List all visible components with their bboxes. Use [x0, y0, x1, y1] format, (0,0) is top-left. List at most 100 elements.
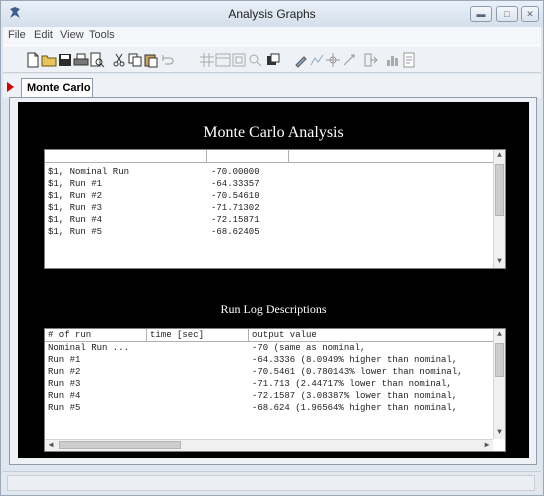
menu-view[interactable]: View	[60, 29, 84, 41]
print-button[interactable]	[73, 52, 89, 68]
paste-button[interactable]	[143, 52, 159, 68]
run-value: -70.54610	[211, 191, 260, 201]
export-button[interactable]	[363, 52, 379, 68]
close-icon: ✕	[526, 8, 534, 19]
crosshair-button[interactable]	[325, 52, 341, 68]
column-header-run[interactable]: # of run	[45, 329, 147, 342]
scroll-up-icon[interactable]: ▲	[494, 329, 505, 341]
zoom-fit-button[interactable]	[231, 52, 247, 68]
menu-file[interactable]: File	[8, 29, 26, 41]
log-output: -70.5461 (0.780143% lower than nominal,	[252, 367, 463, 377]
menu-tools[interactable]: Tools	[89, 29, 115, 41]
table-row[interactable]: Run #2 -70.5461 (0.780143% lower than no…	[45, 367, 495, 378]
marker-button[interactable]	[341, 52, 357, 68]
list-column-header[interactable]	[45, 150, 207, 163]
table-row[interactable]: Run #1 -64.3336 (8.0949% higher than nom…	[45, 355, 495, 366]
table-button[interactable]	[215, 52, 231, 68]
tab-content: Monte Carlo Analysis $1, Nominal Run -70…	[9, 97, 537, 465]
maximize-button[interactable]: □	[496, 6, 518, 22]
report-icon	[403, 52, 415, 68]
analysis-panel: Monte Carlo Analysis $1, Nominal Run -70…	[18, 102, 529, 458]
table-row[interactable]: Nominal Run ... -70 (same as nominal,	[45, 343, 495, 354]
run-name: $1, Run #4	[48, 215, 103, 225]
zoom-icon	[249, 54, 262, 67]
scroll-right-icon[interactable]: ▶	[481, 440, 493, 451]
run-value: -71.71302	[211, 203, 260, 213]
log-run: Run #4	[48, 391, 81, 401]
tab-monte-carlo[interactable]: Monte Carlo	[21, 78, 93, 99]
cut-button[interactable]	[111, 52, 127, 68]
brush-button[interactable]	[293, 52, 309, 68]
minimize-button[interactable]: ▬	[470, 6, 492, 22]
horizontal-scrollbar[interactable]: ◀ ▶	[45, 439, 493, 451]
menu-bar: File Edit View Tools	[3, 27, 541, 45]
log-run: Run #5	[48, 403, 81, 413]
table-row[interactable]: Run #3 -71.713 (2.44717% lower than nomi…	[45, 379, 495, 390]
undo-button[interactable]	[159, 52, 175, 68]
open-button[interactable]	[41, 52, 57, 68]
save-button[interactable]	[57, 52, 73, 68]
log-run: Run #2	[48, 367, 81, 377]
list-column-header[interactable]	[207, 150, 289, 163]
chart-button[interactable]	[309, 52, 325, 68]
zoom-button[interactable]	[247, 52, 263, 68]
copy-icon	[128, 53, 142, 67]
menu-edit[interactable]: Edit	[34, 29, 53, 41]
run-name: $1, Nominal Run	[48, 167, 130, 177]
vertical-scrollbar[interactable]: ▲ ▼	[493, 150, 505, 268]
status-bar	[3, 471, 541, 493]
run-value: -70.00000	[211, 167, 260, 177]
list-item[interactable]: $1, Run #2 -70.54610	[45, 191, 495, 202]
run-name: $1, Run #5	[48, 227, 103, 237]
zoom-fit-icon	[232, 53, 246, 67]
scroll-thumb[interactable]	[495, 164, 504, 216]
column-header-output[interactable]: output value	[249, 329, 495, 342]
scroll-left-icon[interactable]: ◀	[45, 440, 57, 451]
scroll-down-icon[interactable]: ▼	[494, 256, 505, 268]
table-icon	[215, 53, 231, 67]
save-icon	[59, 54, 71, 66]
log-run: Run #3	[48, 379, 81, 389]
bar-chart-icon	[387, 56, 398, 66]
list-item[interactable]: $1, Run #1 -64.33357	[45, 179, 495, 190]
close-button[interactable]: ✕	[521, 6, 539, 22]
open-icon	[41, 55, 57, 67]
new-icon	[27, 52, 39, 68]
list-item[interactable]: $1, Run #4 -72.15871	[45, 215, 495, 226]
scroll-thumb[interactable]	[495, 343, 504, 377]
tab-strip: Monte Carlo	[3, 74, 541, 99]
run-name: $1, Run #2	[48, 191, 103, 201]
list-item[interactable]: $1, Nominal Run -70.00000	[45, 167, 495, 178]
status-panel	[7, 475, 535, 491]
new-button[interactable]	[25, 52, 41, 68]
brush-icon	[295, 56, 307, 68]
list-column-header[interactable]	[289, 150, 495, 163]
list-item[interactable]: $1, Run #3 -71.71302	[45, 203, 495, 214]
run-value: -72.15871	[211, 215, 260, 225]
vertical-scrollbar[interactable]: ▲ ▼	[493, 329, 505, 439]
print-preview-button[interactable]	[89, 52, 105, 68]
list-item[interactable]: $1, Run #5 -68.62405	[45, 227, 495, 238]
run-log-list[interactable]: # of run time [sec] output value Nominal…	[44, 328, 506, 452]
table-row[interactable]: Run #5 -68.624 (1.96564% higher than nom…	[45, 403, 495, 414]
paste-icon	[144, 54, 158, 68]
report-button[interactable]	[401, 52, 417, 68]
copy-button[interactable]	[127, 52, 143, 68]
undo-icon	[162, 55, 174, 65]
scroll-thumb[interactable]	[59, 441, 181, 449]
window-title: Analysis Graphs	[228, 7, 316, 21]
cut-icon	[113, 53, 125, 67]
window-button[interactable]	[265, 52, 281, 68]
title-bar[interactable]: Analysis Graphs ▬ □ ✕	[1, 1, 543, 27]
chart-icon	[310, 54, 324, 66]
log-run: Run #1	[48, 355, 81, 365]
toolbar	[3, 45, 541, 73]
scroll-down-icon[interactable]: ▼	[494, 427, 505, 439]
table-row[interactable]: Run #4 -72.1587 (3.08387% lower than nom…	[45, 391, 495, 402]
column-header-time[interactable]: time [sec]	[147, 329, 249, 342]
grid-button[interactable]	[199, 52, 215, 68]
bar-chart-button[interactable]	[385, 52, 401, 68]
scroll-up-icon[interactable]: ▲	[494, 150, 505, 162]
run-values-list[interactable]: $1, Nominal Run -70.00000 $1, Run #1 -64…	[44, 149, 506, 269]
log-output: -64.3336 (8.0949% higher than nominal,	[252, 355, 458, 365]
